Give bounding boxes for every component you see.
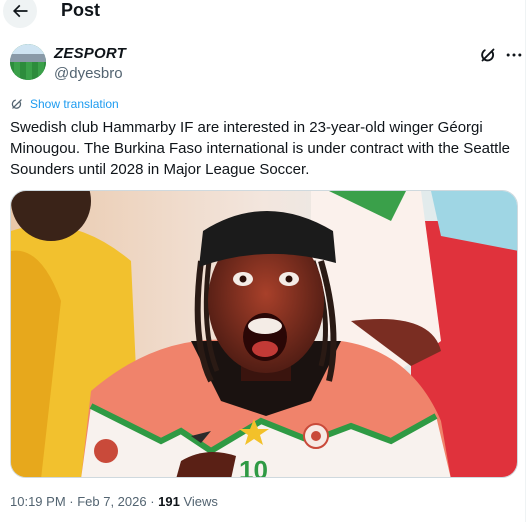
more-icon [506,53,522,57]
translate-icon [11,99,22,109]
back-button[interactable] [3,0,37,28]
author-display-name[interactable]: ZESPORT [54,45,126,62]
tweet-image[interactable]: 10 [10,190,518,478]
tweet-text: Swedish club Hammarby IF are interested … [10,119,511,178]
author-handle[interactable]: @dyesbro [54,65,123,82]
tweet-meta: 10:19 PM · Feb 7, 2026 · 191 Views [10,493,218,511]
player-photo: 10 [11,191,517,478]
meta-separator: · [146,494,159,509]
page-title: Post [61,0,101,20]
show-translation-link[interactable]: Show translation [10,96,119,112]
header: Post [0,0,525,32]
views-count: 191 [158,494,180,509]
post-time[interactable]: 10:19 PM [10,494,66,509]
views-label: Views [179,494,218,509]
grok-button[interactable] [477,44,499,66]
arrow-left-icon [12,4,28,18]
avatar[interactable] [10,44,46,80]
author-row: ZESPORT @dyesbro [10,44,522,84]
meta-separator: · [65,494,78,509]
more-button[interactable] [503,44,525,66]
post-date[interactable]: Feb 7, 2026 [77,494,146,509]
post-page: Post ZESPORT @dyesbro Show translation S… [0,0,526,522]
translation-label: Show translation [30,97,119,111]
grok-icon [481,48,495,62]
jersey-number: 10 [239,455,268,478]
